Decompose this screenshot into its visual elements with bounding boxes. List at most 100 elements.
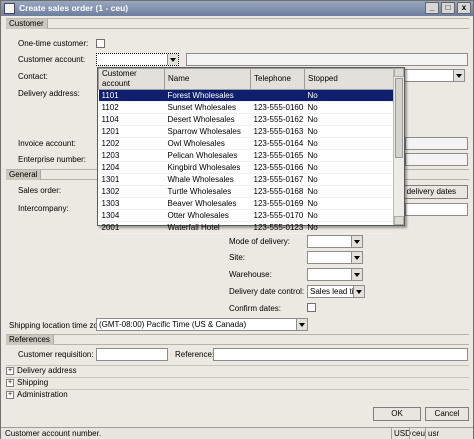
sales-order-label: Sales order: (18, 186, 62, 195)
cell-name: Kingbird Wholesales (164, 161, 251, 174)
warehouse-input[interactable] (307, 268, 363, 281)
cell-stopped: No (304, 101, 394, 114)
administration-section-label: Administration (17, 390, 68, 399)
cell-stopped: No (304, 185, 394, 198)
table-row[interactable]: 1203 Pelican Wholesales 123-555-0165 No (98, 149, 394, 162)
confirm-dates-label: Confirm dates: (229, 304, 282, 313)
scroll-thumb[interactable] (395, 78, 403, 158)
delivery-address-section-label: Delivery address (17, 366, 77, 375)
table-row[interactable]: 1204 Kingbird Wholesales 123-555-0166 No (98, 161, 394, 174)
time-zone-select[interactable]: (GMT-08:00) Pacific Time (US & Canada) (96, 318, 308, 331)
references-section-header[interactable]: References (6, 334, 469, 345)
column-header-telephone[interactable]: Telephone (250, 68, 305, 90)
cell-telephone: 123-555-0163 (250, 125, 305, 138)
table-row[interactable]: 1104 Desert Wholesales 123-555-0162 No (98, 113, 394, 126)
warehouse-label: Warehouse: (229, 270, 272, 279)
lookup-scrollbar[interactable] (393, 68, 404, 225)
mode-of-delivery-input[interactable] (307, 235, 363, 248)
table-row[interactable]: 1101 Forest Wholesales No (98, 89, 394, 102)
site-input[interactable] (307, 251, 363, 264)
cell-stopped: No (304, 113, 394, 126)
cell-customer-account: 1301 (98, 173, 165, 186)
confirm-dates-checkbox[interactable] (307, 303, 316, 312)
customer-requisition-label: Customer requisition: (18, 350, 94, 359)
status-bar: Customer account number. USD ceu usr (1, 427, 473, 439)
customer-requisition-input[interactable] (96, 348, 168, 361)
time-zone-dropdown-icon[interactable] (296, 319, 307, 330)
intercompany-extra-field[interactable] (405, 203, 468, 216)
reference-input[interactable] (213, 348, 468, 361)
cell-name: Pelican Wholesales (164, 149, 251, 162)
delivery-date-control-dropdown-icon[interactable] (353, 286, 364, 297)
cell-name: Waterfall Hotel (164, 221, 251, 234)
cell-customer-account: 1203 (98, 149, 165, 162)
cell-telephone: 123-555-0168 (250, 185, 305, 198)
enterprise-number-extra-field (405, 153, 468, 166)
customer-account-dropdown-icon[interactable] (167, 54, 178, 65)
cell-stopped: No (304, 221, 394, 234)
site-dropdown-icon[interactable] (351, 252, 362, 263)
references-section-label: References (6, 335, 54, 345)
enterprise-number-label: Enterprise number: (18, 155, 87, 164)
table-row[interactable]: 1301 Whale Wholesales 123-555-0167 No (98, 173, 394, 186)
shipping-section[interactable]: + Shipping (6, 377, 469, 387)
cell-stopped: No (304, 149, 394, 162)
intercompany-label: Intercompany: (18, 204, 69, 213)
invoice-account-label: Invoice account: (18, 139, 76, 148)
cell-telephone: 123-555-0169 (250, 197, 305, 210)
one-time-customer-checkbox[interactable] (96, 39, 105, 48)
window-title: Create sales order (1 - ceu) (19, 3, 129, 13)
create-sales-order-dialog: Create sales order (1 - ceu) _ □ x Custo… (0, 0, 474, 439)
status-user: usr (425, 428, 441, 439)
table-row[interactable]: 2001 Waterfall Hotel 123-555-0123 No (98, 221, 394, 234)
delivery-address-label: Delivery address: (18, 89, 80, 98)
cell-telephone: 123-555-0160 (250, 101, 305, 114)
minimize-button[interactable]: _ (425, 2, 439, 14)
cell-stopped: No (304, 173, 394, 186)
contact-dropdown-icon[interactable] (453, 70, 464, 81)
maximize-button[interactable]: □ (441, 2, 455, 14)
table-row[interactable]: 1202 Owl Wholesales 123-555-0164 No (98, 137, 394, 150)
table-row[interactable]: 1201 Sparrow Wholesales 123-555-0163 No (98, 125, 394, 138)
cell-name: Sunset Wholesales (164, 101, 251, 114)
column-header-name[interactable]: Name (164, 68, 251, 90)
cell-telephone: 123-555-0123 (250, 221, 305, 234)
close-button[interactable]: x (457, 2, 471, 14)
customer-section-header[interactable]: Customer (6, 18, 469, 29)
warehouse-dropdown-icon[interactable] (351, 269, 362, 280)
cell-customer-account: 1303 (98, 197, 165, 210)
general-section-label: General (6, 170, 42, 180)
cell-customer-account: 1304 (98, 209, 165, 222)
table-row[interactable]: 1102 Sunset Wholesales 123-555-0160 No (98, 101, 394, 114)
scroll-up-icon[interactable] (394, 68, 404, 77)
shipping-section-label: Shipping (17, 378, 49, 387)
customer-account-input[interactable] (96, 53, 179, 66)
cell-stopped: No (304, 209, 394, 222)
scroll-down-icon[interactable] (394, 216, 404, 225)
expand-icon[interactable]: + (6, 390, 14, 399)
table-row[interactable]: 1304 Otter Wholesales 123-555-0170 No (98, 209, 394, 222)
cell-telephone: 123-555-0165 (250, 149, 305, 162)
administration-section[interactable]: + Administration (6, 389, 469, 399)
delivery-address-section[interactable]: + Delivery address (6, 365, 469, 375)
ok-button[interactable]: OK (373, 407, 421, 421)
cell-name: Sparrow Wholesales (164, 125, 251, 138)
mode-of-delivery-dropdown-icon[interactable] (351, 236, 362, 247)
expand-icon[interactable]: + (6, 378, 14, 387)
table-row[interactable]: 1303 Beaver Wholesales 123-555-0169 No (98, 197, 394, 210)
cell-telephone: 123-555-0170 (250, 209, 305, 222)
cell-customer-account: 2001 (98, 221, 165, 234)
cell-stopped: No (304, 197, 394, 210)
column-header-stopped[interactable]: Stopped (304, 68, 394, 90)
cancel-button[interactable]: Cancel (425, 407, 469, 421)
delivery-date-control-select[interactable]: Sales lead time (307, 285, 365, 298)
customer-account-lookup[interactable]: Customer account Name Telephone Stopped … (97, 67, 405, 234)
column-header-customer-account[interactable]: Customer account (98, 68, 165, 90)
expand-icon[interactable]: + (6, 366, 14, 375)
delivery-date-control-label: Delivery date control: (229, 287, 305, 296)
cell-telephone (250, 89, 305, 102)
cell-customer-account: 1302 (98, 185, 165, 198)
title-bar: Create sales order (1 - ceu) _ □ x (1, 1, 473, 16)
contact-label: Contact: (18, 72, 48, 81)
table-row[interactable]: 1302 Turtle Wholesales 123-555-0168 No (98, 185, 394, 198)
